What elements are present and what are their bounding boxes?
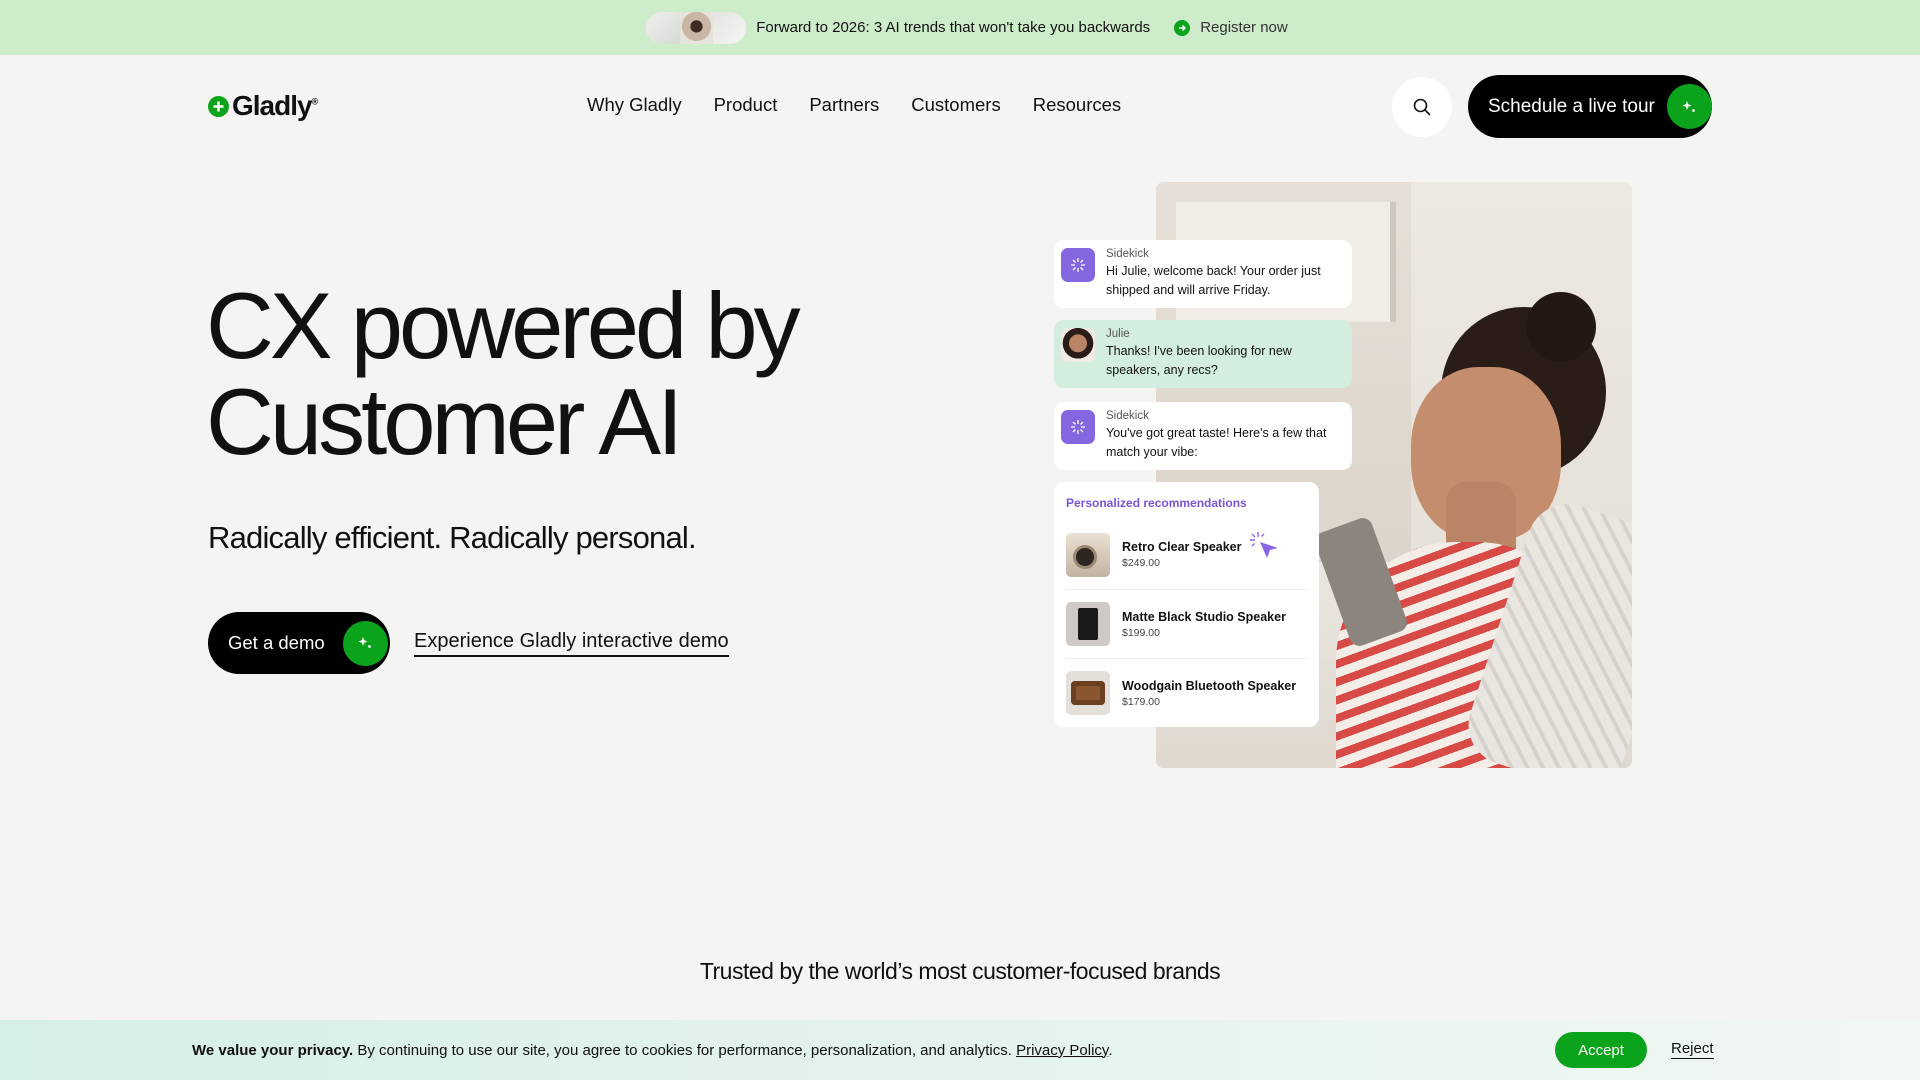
chat-sender: Julie (1106, 328, 1130, 340)
product-item[interactable]: Retro Clear Speaker $249.00 (1066, 520, 1307, 589)
schedule-tour-button[interactable]: Schedule a live tour (1468, 75, 1712, 138)
product-name: Retro Clear Speaker (1122, 540, 1242, 554)
accept-button[interactable]: Accept (1555, 1032, 1647, 1068)
product-image (1066, 532, 1110, 577)
plus-circle-icon (208, 95, 229, 117)
hero-title-line-1: CX powered by (206, 273, 801, 378)
chat-sender: Sidekick (1106, 248, 1149, 260)
register-now-link[interactable]: Register now (1200, 19, 1288, 36)
product-item[interactable]: Woodgain Bluetooth Speaker $179.00 (1066, 658, 1307, 727)
sidekick-avatar-icon (1061, 248, 1095, 282)
nav-resources[interactable]: Resources (1033, 94, 1121, 116)
announcement-thumbnail (646, 11, 747, 44)
nav-customers[interactable]: Customers (911, 94, 1000, 116)
avatar (1061, 328, 1095, 362)
recommendations-card: Personalized recommendations Retro Clear… (1054, 482, 1319, 727)
get-demo-button[interactable]: Get a demo (208, 612, 390, 674)
cookie-bold: We value your privacy. (192, 1041, 354, 1059)
trusted-heading: Trusted by the world’s most customer-foc… (699, 958, 1221, 984)
announcement-text: Forward to 2026: 3 AI trends that won't … (756, 19, 1151, 36)
cursor-click-icon (1250, 532, 1278, 558)
sparkle-icon (1666, 84, 1712, 129)
arrow-right-icon (1174, 19, 1191, 36)
reject-button[interactable]: Reject (1671, 1040, 1714, 1059)
chat-message-sidekick: Sidekick You've got great taste! Here's … (1054, 402, 1352, 470)
chat-text: You've got great taste! Here's a few tha… (1106, 426, 1327, 459)
nav-product[interactable]: Product (714, 94, 778, 116)
product-name: Woodgain Bluetooth Speaker (1122, 678, 1297, 693)
cookie-body: By continuing to use our site, you agree… (353, 1041, 1017, 1059)
product-item[interactable]: Matte Black Studio Speaker $199.00 (1066, 589, 1307, 658)
announcement-content: Forward to 2026: 3 AI trends that won't … (646, 11, 1288, 44)
gladly-logo[interactable]: Gladly® (208, 90, 318, 122)
search-icon (1413, 98, 1431, 116)
hero-title-line-2: Customer AI (206, 369, 683, 474)
privacy-policy-link[interactable]: Privacy Policy (1016, 1042, 1108, 1059)
cookie-banner: We value your privacy. By continuing to … (0, 1020, 1920, 1080)
main-nav: Why Gladly Product Partners Customers Re… (587, 94, 1121, 116)
chat-message-julie: Julie Thanks! I've been looking for new … (1054, 320, 1352, 388)
chat-sender: Sidekick (1106, 410, 1149, 422)
sparkle-icon (342, 620, 388, 666)
product-price: $179.00 (1122, 695, 1160, 708)
product-image (1066, 671, 1110, 715)
hero-subtitle: Radically efficient. Radically personal. (208, 520, 697, 555)
chat-message-sidekick: Sidekick Hi Julie, welcome back! Your or… (1054, 240, 1352, 308)
chat-text: Hi Julie, welcome back! Your order just … (1106, 264, 1321, 297)
chat-text: Thanks! I've been looking for new speake… (1106, 344, 1292, 377)
product-price: $199.00 (1122, 626, 1160, 639)
cookie-text: We value your privacy. By continuing to … (192, 1041, 1113, 1059)
interactive-demo-link[interactable]: Experience Gladly interactive demo (414, 630, 729, 657)
schedule-tour-label: Schedule a live tour (1488, 95, 1655, 117)
announcement-bar: Forward to 2026: 3 AI trends that won't … (0, 0, 1920, 55)
get-demo-label: Get a demo (228, 632, 325, 653)
product-price: $249.00 (1122, 557, 1160, 569)
nav-partners[interactable]: Partners (809, 94, 879, 116)
product-name: Matte Black Studio Speaker (1122, 609, 1286, 624)
logo-text: Gladly® (232, 90, 318, 121)
product-image (1066, 602, 1110, 646)
search-button[interactable] (1392, 77, 1452, 137)
sidekick-avatar-icon (1061, 410, 1095, 444)
hero-title: CX powered by Customer AI (206, 278, 926, 470)
recommendations-title: Personalized recommendations (1066, 496, 1247, 510)
nav-why-gladly[interactable]: Why Gladly (587, 94, 682, 116)
